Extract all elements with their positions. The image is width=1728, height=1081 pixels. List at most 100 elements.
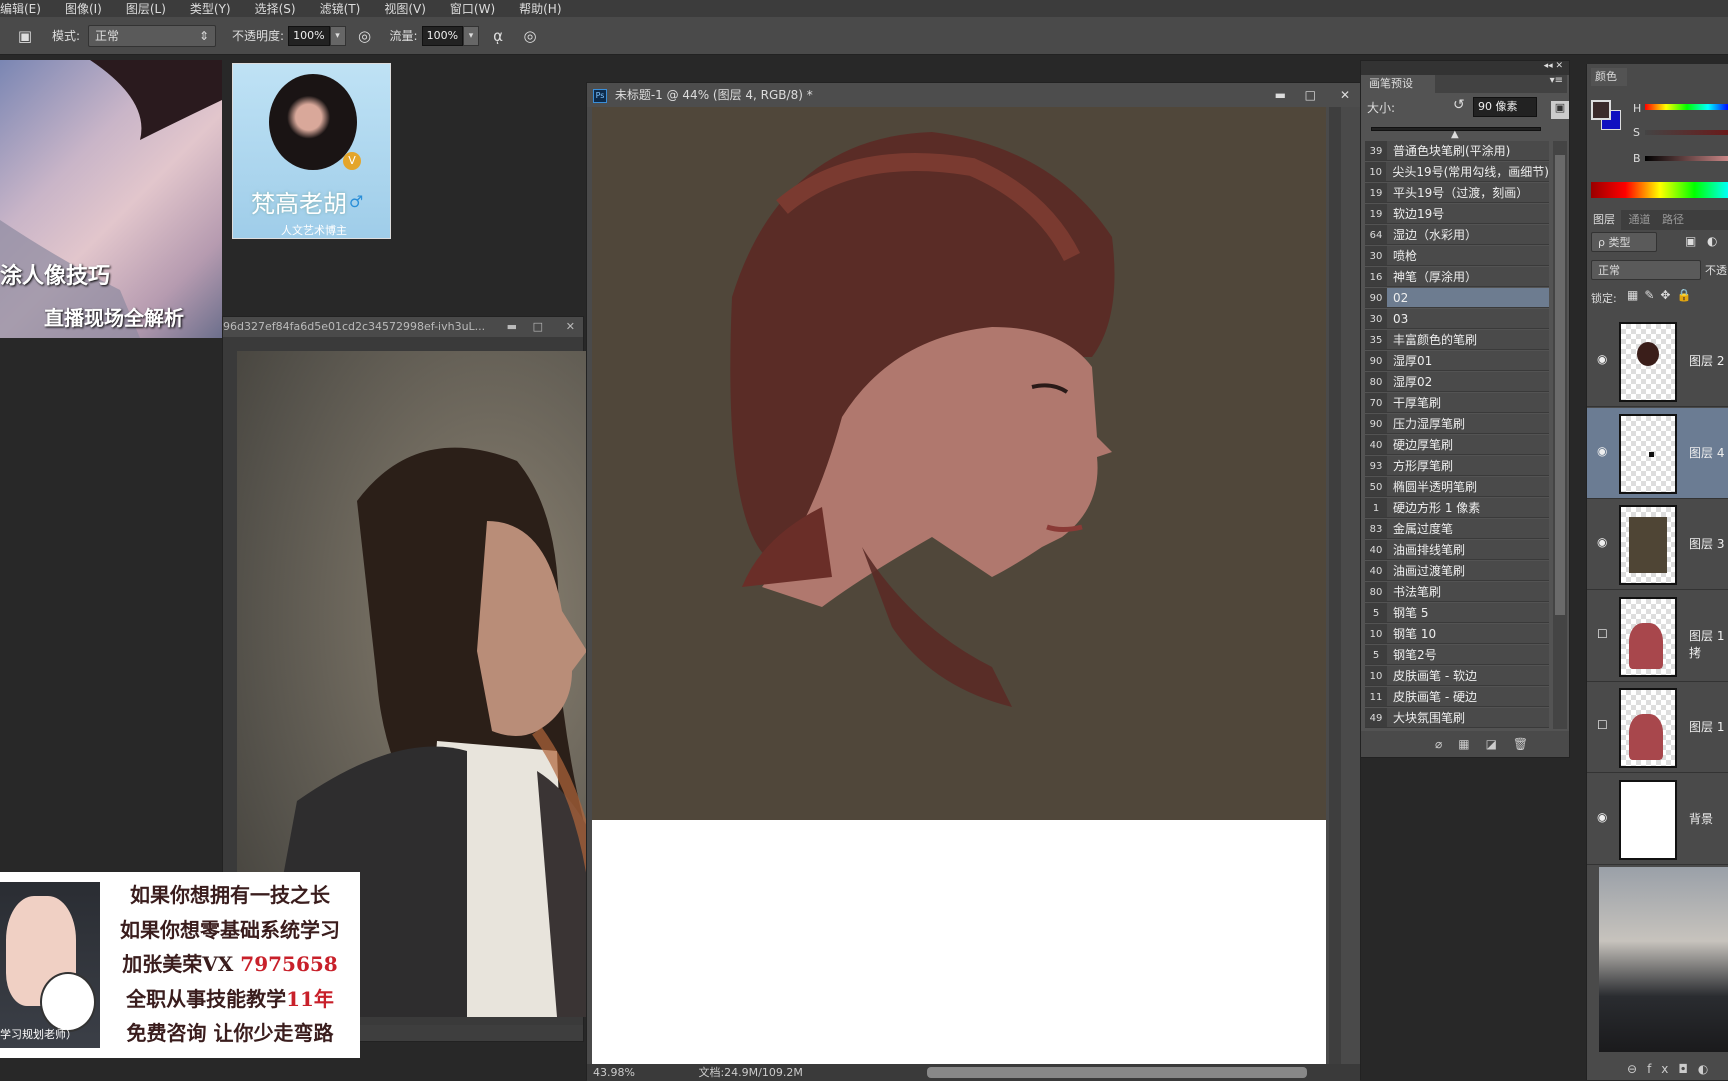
menu-help[interactable]: 帮助(H) (519, 0, 573, 17)
layer-row[interactable]: ◉ 图层 4 (1587, 407, 1728, 499)
menu-image[interactable]: 图像(I) (65, 0, 114, 17)
flow-dropdown[interactable]: ▾ (463, 25, 480, 46)
brush-item[interactable]: 11 皮肤画笔 - 硬边 (1365, 687, 1549, 707)
zoom-level[interactable]: 43.98% (593, 1066, 635, 1079)
brush-item[interactable]: 80 湿厚02 (1365, 372, 1549, 392)
lock-icons[interactable]: ▦✎✥🔒 (1627, 288, 1697, 302)
brush-item[interactable]: 10 皮肤画笔 - 软边 (1365, 666, 1549, 686)
brush-preset-picker-icon[interactable]: ▣ (14, 25, 36, 47)
layer-row[interactable]: ◉ 背景 (1587, 774, 1728, 865)
brush-item[interactable]: 10 钢笔 10 (1365, 624, 1549, 644)
brush-item[interactable]: 64 湿边（水彩用） (1365, 225, 1549, 245)
flow-input[interactable]: 100% (421, 25, 464, 46)
opacity-dropdown[interactable]: ▾ (329, 25, 346, 46)
layer-row[interactable]: ◉ 图层 2 (1587, 316, 1728, 407)
hue-slider[interactable] (1645, 104, 1728, 110)
brush-item[interactable]: 35 丰富颜色的笔刷 (1365, 330, 1549, 350)
brush-item[interactable]: 90 湿厚01 (1365, 351, 1549, 371)
filter-image-icon[interactable]: ▣ (1685, 234, 1696, 248)
menu-select[interactable]: 选择(S) (255, 0, 308, 17)
reference-titlebar[interactable]: 96d327ef84fa6d5e01cd2c34572998ef-ivh3uL.… (223, 317, 583, 337)
brightness-slider[interactable] (1645, 156, 1728, 161)
brush-item[interactable]: 1 硬边方形 1 像素 (1365, 498, 1549, 518)
mode-select[interactable]: 正常 ⇕ (88, 24, 217, 47)
brush-list-scrollbar[interactable] (1553, 141, 1567, 729)
filter-adjustment-icon[interactable]: ◐ (1707, 234, 1717, 248)
blend-mode-select[interactable]: 正常 (1591, 260, 1701, 280)
visibility-eye-icon[interactable]: ◉ (1597, 444, 1607, 458)
reset-size-icon[interactable]: ↺ (1453, 97, 1465, 113)
toggle-brush-icon[interactable]: ⌀ (1435, 737, 1458, 751)
layer-row[interactable]: ◉ 图层 3 (1587, 499, 1728, 590)
menu-view[interactable]: 视图(V) (384, 0, 438, 17)
brush-item[interactable]: 83 金属过度笔 (1365, 519, 1549, 539)
visibility-eye-icon[interactable]: ◉ (1597, 810, 1607, 824)
tab-channels[interactable]: 通道 (1625, 213, 1655, 226)
brush-item[interactable]: 93 方形厚笔刷 (1365, 456, 1549, 476)
menu-filter[interactable]: 滤镜(T) (320, 0, 373, 17)
pressure-size-icon[interactable]: ◎ (519, 25, 541, 47)
brush-item[interactable]: 80 书法笔刷 (1365, 582, 1549, 602)
tab-color[interactable]: 颜色 (1591, 68, 1627, 86)
canvas[interactable] (592, 107, 1326, 820)
tab-paths[interactable]: 路径 (1658, 213, 1688, 226)
menu-layer[interactable]: 图层(L) (126, 0, 178, 17)
minimize-button[interactable]: ▬ (507, 317, 517, 337)
layer-row[interactable]: ☐ 图层 1 拷 (1587, 591, 1728, 682)
link-icon[interactable]: ⊖ (1627, 1062, 1647, 1076)
menu-window[interactable]: 窗口(W) (450, 0, 507, 17)
brush-item[interactable]: 40 硬边厚笔刷 (1365, 435, 1549, 455)
fx-icon[interactable]: fx (1647, 1062, 1678, 1076)
brush-item[interactable]: 90 02 (1365, 288, 1549, 308)
brush-item[interactable]: 5 钢笔 5 (1365, 603, 1549, 623)
brush-item[interactable]: 40 油画排线笔刷 (1365, 540, 1549, 560)
horizontal-scrollbar-thumb[interactable] (927, 1067, 1307, 1078)
visibility-off-checkbox[interactable]: ☐ (1597, 627, 1608, 641)
grid-view-icon[interactable]: ▦ (1458, 737, 1485, 751)
brush-item[interactable]: 39 普通色块笔刷(平涂用) (1365, 141, 1549, 161)
brush-item[interactable]: 70 干厚笔刷 (1365, 393, 1549, 413)
brush-item[interactable]: 49 大块氛围笔刷 (1365, 708, 1549, 728)
brush-item[interactable]: 5 钢笔2号 (1365, 645, 1549, 665)
size-slider-knob[interactable]: ▲ (1451, 129, 1459, 140)
doc-close-button[interactable]: ✕ (1340, 83, 1350, 107)
visibility-off-checkbox[interactable]: ☐ (1597, 718, 1608, 732)
brush-item[interactable]: 16 神笔（厚涂用） (1365, 267, 1549, 287)
delete-icon[interactable]: 🗑 (1513, 737, 1544, 751)
brush-item[interactable]: 30 喷枪 (1365, 246, 1549, 266)
saturation-slider[interactable] (1645, 130, 1728, 135)
tab-brush-presets[interactable]: 画笔预设 (1365, 75, 1435, 93)
opacity-input[interactable]: 100% (288, 25, 330, 46)
pressure-opacity-icon[interactable]: ◎ (354, 25, 376, 47)
brush-item[interactable]: 10 尖头19号(常用勾线，画细节) (1365, 162, 1549, 182)
size-input[interactable]: 90 像素 (1473, 97, 1537, 117)
brush-item[interactable]: 50 椭圆半透明笔刷 (1365, 477, 1549, 497)
document-titlebar[interactable]: Ps 未标题-1 @ 44% (图层 4, RGB/8) * ▬ □ ✕ (587, 83, 1360, 107)
tab-layers[interactable]: 图层 (1587, 210, 1621, 230)
adjustment-icon[interactable]: ◐ (1698, 1062, 1718, 1076)
brush-item[interactable]: 90 压力湿厚笔刷 (1365, 414, 1549, 434)
layer-filter-select[interactable]: ρ 类型 (1591, 232, 1657, 252)
visibility-eye-icon[interactable]: ◉ (1597, 352, 1607, 366)
panel-collapse-bar[interactable]: ◂◂ ✕ (1361, 61, 1569, 75)
brush-editor-icon[interactable]: ▣ (1551, 101, 1569, 119)
foreground-color-swatch[interactable] (1591, 100, 1611, 120)
panel-menu-icon[interactable]: ▾≡ (1435, 75, 1567, 93)
menu-type[interactable]: 类型(Y) (190, 0, 243, 17)
document-vertical-scrollbar[interactable] (1329, 107, 1341, 1064)
brush-item[interactable]: 19 平头19号（过渡，刻画） (1365, 183, 1549, 203)
maximize-button[interactable]: □ (533, 317, 543, 337)
brush-item[interactable]: 19 软边19号 (1365, 204, 1549, 224)
mask-icon[interactable]: ◘ (1678, 1062, 1698, 1076)
doc-maximize-button[interactable]: □ (1305, 83, 1316, 107)
new-preset-icon[interactable]: ◪ (1486, 737, 1513, 751)
airbrush-icon[interactable]: ᾳ (487, 25, 509, 47)
close-button[interactable]: ✕ (566, 317, 575, 337)
color-spectrum[interactable] (1591, 182, 1728, 198)
brush-item[interactable]: 40 油画过渡笔刷 (1365, 561, 1549, 581)
visibility-eye-icon[interactable]: ◉ (1597, 535, 1607, 549)
doc-minimize-button[interactable]: ▬ (1275, 83, 1286, 107)
layer-row[interactable]: ☐ 图层 1 (1587, 682, 1728, 773)
brush-item[interactable]: 30 03 (1365, 309, 1549, 329)
menu-edit[interactable]: 编辑(E) (0, 0, 53, 17)
